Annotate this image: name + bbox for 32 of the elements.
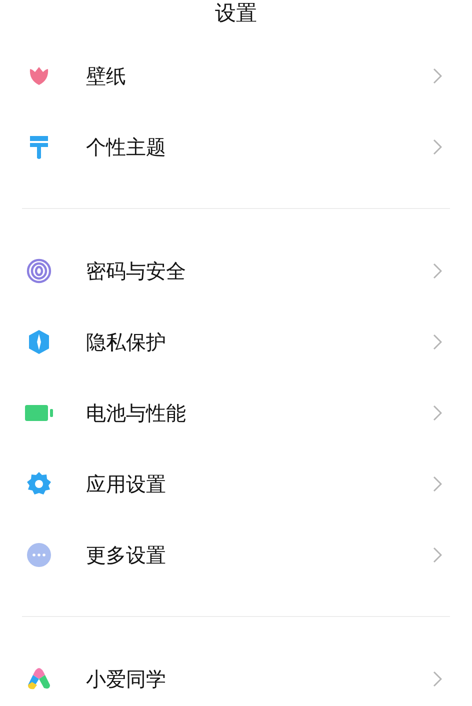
settings-item[interactable]: 密码与安全 [0,235,472,306]
settings-item[interactable]: 更多设置 [0,519,472,590]
more-icon [26,542,52,568]
fingerprint-icon [26,258,52,284]
paint-brush-icon [27,134,51,160]
item-label: 密码与安全 [86,258,187,284]
page-title: 设置 [215,0,257,26]
settings-item[interactable]: 壁纸 [0,40,472,111]
settings-item[interactable]: 电池与性能 [0,377,472,448]
settings-item[interactable]: 隐私保护 [0,306,472,377]
item-label: 小爱同学 [86,666,167,692]
settings-item[interactable]: 应用设置 [0,448,472,519]
item-label: 壁纸 [86,62,127,90]
assistant-logo-icon [26,666,52,690]
chevron-right-icon [433,138,442,154]
chevron-right-icon [433,476,442,492]
chevron-right-icon [433,262,442,278]
chevron-right-icon [433,670,442,686]
item-label: 电池与性能 [86,400,187,426]
item-label: 隐私保护 [86,328,167,356]
chevron-right-icon [433,68,442,84]
chevron-right-icon [433,334,442,350]
item-label: 更多设置 [86,542,167,568]
settings-item[interactable]: 个性主题 [0,111,472,182]
battery-icon [25,404,53,422]
settings-item[interactable]: 小爱同学 [0,643,472,706]
chevron-right-icon [433,404,442,420]
chevron-right-icon [433,546,442,562]
item-label: 个性主题 [86,134,167,160]
hexagon-shield-icon [27,328,51,354]
item-label: 应用设置 [86,470,167,498]
gear-icon [26,470,52,496]
